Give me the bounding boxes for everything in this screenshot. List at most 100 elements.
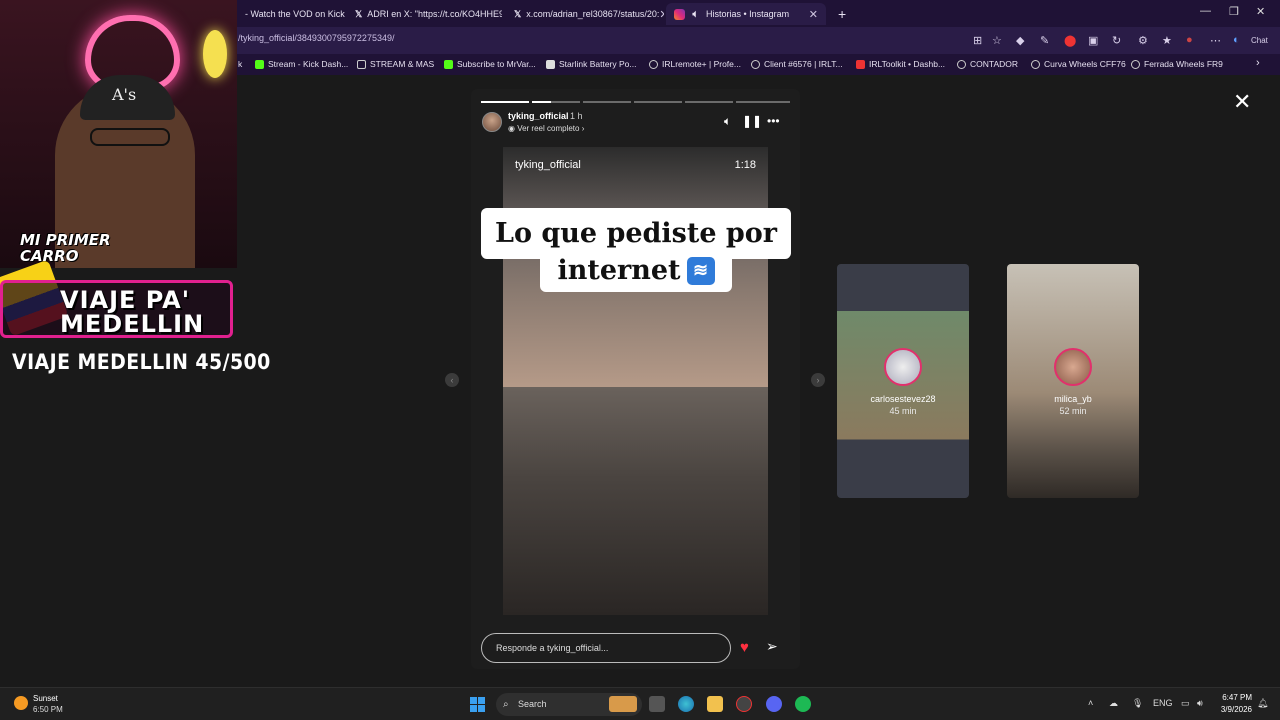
story-time-ago: 1 h <box>570 111 583 121</box>
bookmark-item[interactable]: IRLToolkit • Dashb... <box>856 59 945 69</box>
profile-avatar-icon[interactable]: ● <box>1186 34 1193 46</box>
bookmark-item[interactable]: Subscribe to MrVar... <box>444 59 536 69</box>
bookmarks-more-icon[interactable]: › <box>1256 57 1260 69</box>
page-icon <box>546 59 555 69</box>
speaker-icon[interactable]: 🔈︎ <box>690 9 701 20</box>
volume-icon[interactable]: 🔊︎ <box>1197 698 1203 709</box>
tab-label: - Watch the VOD on Kick <box>245 9 345 19</box>
bookmark-item[interactable]: Stream - Kick Dash... <box>255 59 348 69</box>
x-icon: 𝕏 <box>514 8 522 19</box>
discord-icon[interactable] <box>766 696 782 712</box>
tab-x-post[interactable]: 𝕏 ADRI en X: "https://t.co/KO4HHE94 ✕ <box>347 3 502 25</box>
close-icon[interactable]: ✕ <box>659 8 664 21</box>
webcam-overlay: A's MI PRIMER CARRO <box>0 0 237 268</box>
clock-date[interactable]: 3/9/2026 <box>1208 705 1252 714</box>
kick-icon <box>444 59 453 69</box>
favorites-icon[interactable]: ★ <box>1162 34 1172 47</box>
window-close-icon[interactable]: ✕ <box>1256 5 1265 18</box>
weather-time: 6:50 PM <box>33 705 63 714</box>
refresh-icon[interactable]: ↻ <box>1112 34 1121 47</box>
notification-icon[interactable]: 🔔︎ <box>1257 698 1268 709</box>
extension-icon[interactable]: ◆ <box>1016 34 1024 47</box>
language-indicator[interactable]: ENG <box>1153 698 1173 708</box>
story-username[interactable]: tyking_official <box>508 111 569 121</box>
reply-input[interactable]: Responde a tyking_official... <box>481 633 731 663</box>
extensions-icon[interactable]: ⚙ <box>1138 34 1148 47</box>
cap-logo: A's <box>112 85 137 104</box>
side-story-card[interactable]: milica_yb 52 min <box>1007 264 1139 498</box>
tab-kick-vod[interactable]: - Watch the VOD on Kick ✕ <box>237 3 345 25</box>
onedrive-icon[interactable]: ☁ <box>1109 698 1118 709</box>
app-icon[interactable] <box>736 696 752 712</box>
microphone-icon[interactable]: 🎙︎ <box>1132 698 1143 709</box>
instagram-icon <box>674 8 685 20</box>
spotify-icon[interactable] <box>795 696 811 712</box>
progress-segment <box>481 101 529 103</box>
start-button[interactable] <box>470 697 485 712</box>
progress-segment <box>736 101 790 103</box>
bookmark-item[interactable]: IRLremote+ | Profe... <box>649 59 741 69</box>
close-story-icon[interactable]: ✕ <box>1233 89 1251 115</box>
app-available-icon[interactable]: ⊞ <box>973 34 982 47</box>
tray-overflow-icon[interactable]: ˄ <box>1088 698 1093 708</box>
wifi-icon: ≋ <box>686 256 715 285</box>
previous-story-arrow[interactable]: ‹ <box>445 373 459 387</box>
minimize-icon[interactable]: — <box>1200 5 1211 17</box>
more-menu-icon[interactable]: ⋯ <box>1210 34 1221 47</box>
next-story-arrow[interactable]: › <box>811 373 825 387</box>
video-username: tyking_official <box>515 159 581 171</box>
send-icon[interactable]: ➢ <box>766 638 778 655</box>
chat-label[interactable]: Chat <box>1251 36 1268 45</box>
banana-neon <box>203 30 227 78</box>
weather-icon[interactable] <box>14 696 28 710</box>
url-field[interactable]: /tyking_official/3849300795972275349/ <box>238 33 394 43</box>
extension-icon[interactable]: ⬤ <box>1064 34 1076 47</box>
view-full-reel-link[interactable]: ◉ Ver reel completo › <box>508 124 584 133</box>
new-tab-button[interactable]: + <box>830 3 848 25</box>
close-icon[interactable]: ✕ <box>809 8 818 21</box>
globe-icon <box>1131 59 1140 69</box>
restore-icon[interactable]: ❐ <box>1229 5 1239 18</box>
tab-x-status[interactable]: 𝕏 x.com/adrian_rel30867/status/20: ✕ <box>506 3 664 25</box>
side-story-time-ago: 45 min <box>889 406 917 416</box>
side-story-time-ago: 52 min <box>1059 406 1087 416</box>
progress-segment <box>532 101 580 103</box>
pause-icon[interactable]: ❚❚ <box>742 114 762 128</box>
more-options-icon[interactable]: ••• <box>767 114 780 128</box>
video-duration: 1:18 <box>734 159 756 171</box>
x-icon: 𝕏 <box>355 8 363 19</box>
side-story-card[interactable]: carlosestevez28 45 min <box>837 264 969 498</box>
search-icon: ⌕ <box>503 699 509 710</box>
story-viewer: tyking_official 1 h ◉ Ver reel completo … <box>471 89 800 669</box>
file-explorer-icon[interactable] <box>707 696 723 712</box>
irltoolkit-icon <box>856 59 865 69</box>
favorite-star-icon[interactable]: ☆ <box>992 34 1002 47</box>
tab-instagram-stories[interactable]: 🔈︎ Historias • Instagram ✕ <box>666 3 826 25</box>
clock-time[interactable]: 6:47 PM <box>1222 693 1252 702</box>
kick-icon <box>255 59 264 69</box>
search-highlight-icon[interactable] <box>609 696 637 712</box>
avatar[interactable] <box>482 112 502 132</box>
globe-icon <box>1031 59 1040 69</box>
viaje-title: VIAJE PA' MEDELLIN <box>60 286 205 338</box>
bookmark-item[interactable]: Curva Wheels CFF76 <box>1031 59 1126 69</box>
network-icon[interactable]: ▭ <box>1181 698 1190 709</box>
extension-icon[interactable]: ✎ <box>1040 34 1049 47</box>
bookmark-item[interactable]: Starlink Battery Po... <box>546 59 636 69</box>
tab-label: Historias • Instagram <box>706 9 790 19</box>
bookmark-overflow[interactable]: k <box>238 59 242 69</box>
bookmark-item[interactable]: CONTADOR <box>957 59 1018 69</box>
bookmark-item[interactable]: STREAM & MAS <box>357 59 434 69</box>
weather-label[interactable]: Sunset <box>33 694 58 703</box>
bookmark-item[interactable]: Ferrada Wheels FR9 <box>1131 59 1223 69</box>
task-view-icon[interactable] <box>649 696 665 712</box>
extension-icon[interactable]: ▣ <box>1088 34 1098 47</box>
sticker-text: MI PRIMER CARRO <box>20 231 111 265</box>
bookmark-item[interactable]: Client #6576 | IRLT... <box>751 59 843 69</box>
edge-icon[interactable] <box>678 696 694 712</box>
avatar <box>1054 348 1092 386</box>
progress-segment <box>685 101 733 103</box>
volume-icon[interactable]: 🔈︎ <box>724 114 731 129</box>
copilot-icon[interactable]: ◐ <box>1233 34 1240 46</box>
heart-icon[interactable]: ♥ <box>740 639 749 656</box>
